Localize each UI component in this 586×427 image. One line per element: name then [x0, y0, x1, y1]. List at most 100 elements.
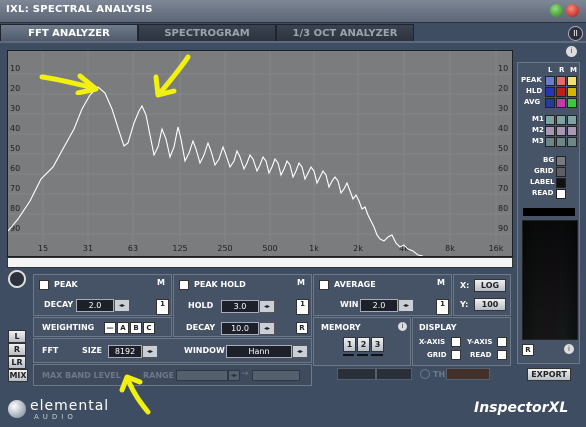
y-tick-left: 80: [10, 204, 20, 213]
grid-checkbox[interactable]: [451, 350, 461, 360]
avg-l-swatch[interactable]: [545, 98, 555, 108]
y-scale-button[interactable]: 100: [474, 298, 506, 311]
weighting-a-button[interactable]: A: [117, 322, 129, 334]
hold-stepper[interactable]: ◂▸: [259, 300, 275, 313]
plot-horizontal-scrollbar[interactable]: [7, 257, 513, 268]
color-info-icon[interactable]: i: [564, 344, 574, 354]
peak-hold-reset-button[interactable]: R: [296, 322, 308, 334]
peak-m-label: M: [157, 278, 165, 287]
x-tick: 250: [217, 244, 232, 253]
y-tick-right: 90: [498, 224, 508, 233]
threshold-indicator-icon[interactable]: [420, 369, 430, 379]
row-m1-label: M1: [532, 115, 544, 123]
minimize-icon[interactable]: [550, 4, 563, 17]
channel-mix-button[interactable]: MIX: [8, 369, 28, 382]
peak-checkbox[interactable]: [39, 280, 49, 290]
peak-decay-stepper[interactable]: ◂▸: [114, 299, 130, 312]
hld-m-swatch[interactable]: [567, 87, 577, 97]
tab-fft-analyzer[interactable]: FFT ANALYZER: [0, 24, 138, 42]
peak-hold-decay-field[interactable]: 10.0: [221, 322, 259, 335]
x-tick: 15: [38, 244, 48, 253]
x-axis-checkbox[interactable]: [451, 337, 461, 347]
x-tick: 2k: [353, 244, 363, 253]
avg-r-swatch[interactable]: [556, 98, 566, 108]
m3-m-swatch[interactable]: [567, 137, 577, 147]
read-checkbox[interactable]: [497, 350, 507, 360]
y-tick-right: 70: [498, 184, 508, 193]
spectrum-trace: [7, 86, 424, 257]
average-win-stepper[interactable]: ◂▸: [398, 299, 414, 312]
memory-slot-3[interactable]: 3: [371, 337, 384, 352]
hld-l-swatch[interactable]: [545, 87, 555, 97]
memory-slot-1[interactable]: 1: [343, 337, 356, 352]
average-memory-button[interactable]: 1: [436, 299, 449, 315]
export-button[interactable]: EXPORT: [527, 368, 571, 381]
read-swatch[interactable]: [556, 189, 566, 199]
fft-window-stepper[interactable]: ◂▸: [292, 345, 308, 358]
memory-info-icon[interactable]: i: [398, 322, 407, 331]
pause-icon[interactable]: II: [568, 26, 583, 41]
color-reset-button[interactable]: R: [522, 344, 534, 356]
y-axis-checkbox[interactable]: [497, 337, 507, 347]
close-icon[interactable]: [566, 4, 579, 17]
read-label: READ: [470, 351, 492, 359]
m1-l-swatch[interactable]: [545, 115, 555, 125]
m1-r-swatch[interactable]: [556, 115, 566, 125]
hold-field[interactable]: 3.0: [221, 300, 259, 313]
peak-hold-decay-stepper[interactable]: ◂▸: [259, 322, 275, 335]
m3-l-swatch[interactable]: [545, 137, 555, 147]
weighting-panel: WEIGHTING — A B C: [33, 317, 172, 337]
channel-r-button[interactable]: R: [8, 343, 26, 356]
peak-memory-button[interactable]: 1: [156, 299, 169, 315]
average-win-field[interactable]: 2.0: [360, 299, 398, 312]
row-m2-label: M2: [532, 126, 544, 134]
avg-m-swatch[interactable]: [567, 98, 577, 108]
channel-lr-button[interactable]: LR: [8, 356, 26, 369]
peak-hold-memory-button[interactable]: 1: [296, 299, 309, 315]
fft-size-stepper[interactable]: ◂▸: [142, 345, 158, 358]
peak-decay-field[interactable]: 2.0: [76, 299, 114, 312]
m2-m-swatch[interactable]: [567, 126, 577, 136]
fft-size-label: SIZE: [82, 346, 103, 355]
range-low-stepper[interactable]: ◂▸: [228, 370, 240, 381]
y-tick-right: 50: [498, 144, 508, 153]
color-palette-picker[interactable]: [522, 220, 578, 340]
bg-swatch[interactable]: [556, 156, 566, 166]
peak-m-swatch[interactable]: [567, 76, 577, 86]
fft-size-field[interactable]: 8192: [108, 345, 142, 358]
peak-r-swatch[interactable]: [556, 76, 566, 86]
display-label: DISPLAY: [419, 323, 457, 332]
m2-r-swatch[interactable]: [556, 126, 566, 136]
x-tick: 8k: [445, 244, 455, 253]
fft-window-label: WINDOW: [184, 346, 225, 355]
range-high-field[interactable]: [252, 370, 300, 381]
x-scale-button[interactable]: LOG: [474, 279, 506, 292]
y-tick-left: 40: [10, 124, 20, 133]
peak-l-swatch[interactable]: [545, 76, 555, 86]
weighting-c-button[interactable]: C: [143, 322, 155, 334]
weighting-none-button[interactable]: —: [104, 322, 116, 334]
zoom-icon[interactable]: [8, 270, 26, 288]
threshold-field[interactable]: [446, 368, 490, 380]
channel-l-button[interactable]: L: [8, 330, 26, 343]
info-icon[interactable]: i: [566, 46, 577, 57]
x-tick: 125: [172, 244, 187, 253]
grid-swatch[interactable]: [556, 167, 566, 177]
tab-spectrogram[interactable]: SPECTROGRAM: [138, 24, 276, 42]
tab-third-octave-analyzer[interactable]: 1/3 OCT ANALYZER: [276, 24, 414, 42]
memory-slot-2[interactable]: 2: [357, 337, 370, 352]
m1-m-swatch[interactable]: [567, 115, 577, 125]
m2-l-swatch[interactable]: [545, 126, 555, 136]
weighting-b-button[interactable]: B: [130, 322, 142, 334]
m3-r-swatch[interactable]: [556, 137, 566, 147]
peak-hold-checkbox[interactable]: [179, 280, 189, 290]
brand-sub: AUDIO: [34, 413, 77, 421]
y-tick-right: 20: [498, 84, 508, 93]
fft-window-field[interactable]: Hann: [226, 345, 292, 358]
average-label: AVERAGE: [334, 280, 376, 289]
label-swatch[interactable]: [556, 178, 566, 188]
average-checkbox[interactable]: [319, 280, 329, 290]
peak-label: PEAK: [54, 280, 78, 289]
range-low-field[interactable]: [176, 370, 228, 381]
hld-r-swatch[interactable]: [556, 87, 566, 97]
